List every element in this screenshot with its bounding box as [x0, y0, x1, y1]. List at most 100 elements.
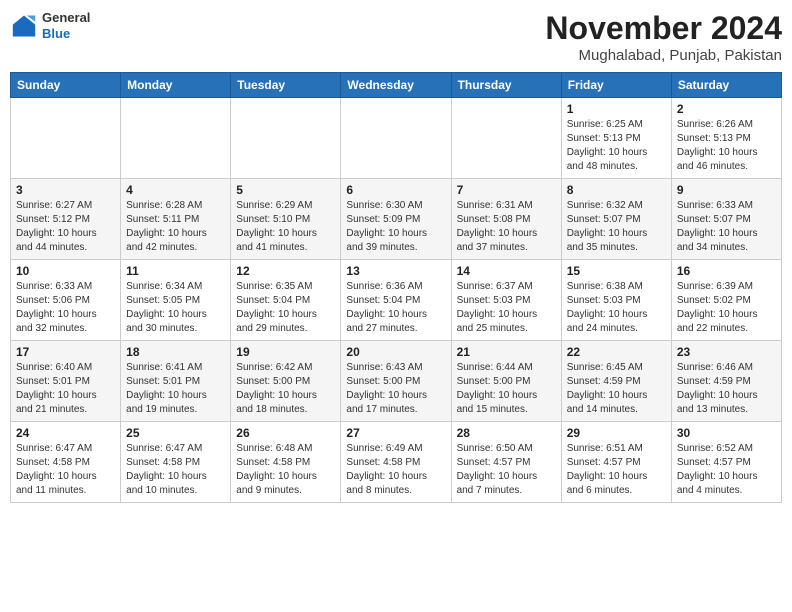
day-info: Sunrise: 6:33 AM Sunset: 5:07 PM Dayligh… — [677, 199, 776, 255]
day-info: Sunrise: 6:27 AM Sunset: 5:12 PM Dayligh… — [16, 199, 115, 255]
calendar-cell: 21Sunrise: 6:44 AM Sunset: 5:00 PM Dayli… — [451, 341, 561, 422]
calendar-cell: 5Sunrise: 6:29 AM Sunset: 5:10 PM Daylig… — [231, 179, 341, 260]
day-number: 4 — [126, 183, 225, 197]
week-row-2: 3 Sunrise: 6:27 AM Sunset: 5:12 PM Daylig… — [11, 179, 782, 260]
day-number: 1 — [567, 102, 666, 116]
day-info: Sunrise: 6:42 AM Sunset: 5:00 PM Dayligh… — [236, 361, 335, 417]
week-row-3: 10 Sunrise: 6:33 AM Sunset: 5:06 PM Dayli… — [11, 260, 782, 341]
calendar-cell: 24Sunrise: 6:47 AM Sunset: 4:58 PM Dayli… — [11, 422, 121, 503]
day-info: Sunrise: 6:34 AM Sunset: 5:05 PM Dayligh… — [126, 280, 225, 336]
calendar-cell: 25 Sunrise: 6:47 AM Sunset: 4:58 PM Dayli… — [121, 422, 231, 503]
logo: General Blue — [10, 10, 90, 41]
logo-text: General Blue — [42, 10, 90, 41]
calendar-cell: 1 Sunrise: 6:25 AM Sunset: 5:13 PM Daylig… — [561, 98, 671, 179]
day-number: 28 — [457, 426, 556, 440]
column-header-thursday: Thursday — [451, 73, 561, 98]
day-number: 20 — [346, 345, 445, 359]
calendar-subtitle: Mughalabad, Punjab, Pakistan — [545, 47, 782, 64]
day-info: Sunrise: 6:40 AM Sunset: 5:01 PM Dayligh… — [16, 361, 115, 417]
calendar-header-row: SundayMondayTuesdayWednesdayThursdayFrid… — [11, 73, 782, 98]
calendar-cell: 26 Sunrise: 6:48 AM Sunset: 4:58 PM Dayli… — [231, 422, 341, 503]
week-row-5: 24 Sunrise: 6:47 AM Sunset: 4:58 PM Dayli… — [11, 422, 782, 503]
day-number: 23 — [677, 345, 776, 359]
day-info: Sunrise: 6:51 AM Sunset: 4:57 PM Dayligh… — [567, 442, 666, 498]
day-number: 10 — [16, 264, 115, 278]
day-number: 25 — [126, 426, 225, 440]
column-header-wednesday: Wednesday — [341, 73, 451, 98]
day-info: Sunrise: 6:45 AM Sunset: 4:59 PM Dayligh… — [567, 361, 666, 417]
calendar-cell — [231, 98, 341, 179]
calendar-cell: 30 Sunrise: 6:52 AM Sunset: 4:57 PM Dayli… — [671, 422, 781, 503]
day-info: Sunrise: 6:47 AM Sunset: 4:58 PM Dayligh… — [126, 442, 225, 498]
day-info: Sunrise: 6:39 AM Sunset: 5:02 PM Dayligh… — [677, 280, 776, 336]
column-header-monday: Monday — [121, 73, 231, 98]
day-info: Sunrise: 6:41 AM Sunset: 5:01 PM Dayligh… — [126, 361, 225, 417]
calendar-cell: 18 Sunrise: 6:41 AM Sunset: 5:01 PM Dayli… — [121, 341, 231, 422]
calendar-cell — [451, 98, 561, 179]
day-info: Sunrise: 6:33 AM Sunset: 5:06 PM Dayligh… — [16, 280, 115, 336]
day-info: Sunrise: 6:37 AM Sunset: 5:03 PM Dayligh… — [457, 280, 556, 336]
day-info: Sunrise: 6:48 AM Sunset: 4:58 PM Dayligh… — [236, 442, 335, 498]
calendar-title: November 2024 — [545, 10, 782, 47]
calendar-cell — [11, 98, 121, 179]
calendar-cell: 22 Sunrise: 6:45 AM Sunset: 4:59 PM Dayli… — [561, 341, 671, 422]
day-number: 9 — [677, 183, 776, 197]
calendar-cell: 6Sunrise: 6:30 AM Sunset: 5:09 PM Daylig… — [341, 179, 451, 260]
day-info: Sunrise: 6:25 AM Sunset: 5:13 PM Dayligh… — [567, 118, 666, 174]
calendar-cell: 16 Sunrise: 6:39 AM Sunset: 5:02 PM Dayli… — [671, 260, 781, 341]
day-number: 2 — [677, 102, 776, 116]
day-number: 6 — [346, 183, 445, 197]
column-header-tuesday: Tuesday — [231, 73, 341, 98]
day-number: 14 — [457, 264, 556, 278]
day-info: Sunrise: 6:32 AM Sunset: 5:07 PM Dayligh… — [567, 199, 666, 255]
day-info: Sunrise: 6:50 AM Sunset: 4:57 PM Dayligh… — [457, 442, 556, 498]
calendar-cell: 20 Sunrise: 6:43 AM Sunset: 5:00 PM Dayli… — [341, 341, 451, 422]
column-header-sunday: Sunday — [11, 73, 121, 98]
day-number: 11 — [126, 264, 225, 278]
day-info: Sunrise: 6:31 AM Sunset: 5:08 PM Dayligh… — [457, 199, 556, 255]
day-number: 22 — [567, 345, 666, 359]
page-header: General Blue November 2024 Mughalabad, P… — [10, 10, 782, 64]
calendar-cell: 14 Sunrise: 6:37 AM Sunset: 5:03 PM Dayli… — [451, 260, 561, 341]
calendar-cell: 12 Sunrise: 6:35 AM Sunset: 5:04 PM Dayli… — [231, 260, 341, 341]
calendar-cell — [121, 98, 231, 179]
logo-icon — [10, 12, 38, 40]
day-info: Sunrise: 6:43 AM Sunset: 5:00 PM Dayligh… — [346, 361, 445, 417]
day-number: 30 — [677, 426, 776, 440]
column-header-friday: Friday — [561, 73, 671, 98]
day-info: Sunrise: 6:36 AM Sunset: 5:04 PM Dayligh… — [346, 280, 445, 336]
calendar-cell: 4Sunrise: 6:28 AM Sunset: 5:11 PM Daylig… — [121, 179, 231, 260]
day-number: 13 — [346, 264, 445, 278]
day-number: 27 — [346, 426, 445, 440]
calendar-cell: 28 Sunrise: 6:50 AM Sunset: 4:57 PM Dayli… — [451, 422, 561, 503]
calendar-cell: 8 Sunrise: 6:32 AM Sunset: 5:07 PM Daylig… — [561, 179, 671, 260]
day-info: Sunrise: 6:46 AM Sunset: 4:59 PM Dayligh… — [677, 361, 776, 417]
day-number: 21 — [457, 345, 556, 359]
day-info: Sunrise: 6:29 AM Sunset: 5:10 PM Dayligh… — [236, 199, 335, 255]
day-number: 26 — [236, 426, 335, 440]
title-block: November 2024 Mughalabad, Punjab, Pakist… — [545, 10, 782, 64]
calendar-cell: 27Sunrise: 6:49 AM Sunset: 4:58 PM Dayli… — [341, 422, 451, 503]
column-header-saturday: Saturday — [671, 73, 781, 98]
calendar-cell: 23 Sunrise: 6:46 AM Sunset: 4:59 PM Dayli… — [671, 341, 781, 422]
day-number: 7 — [457, 183, 556, 197]
day-info: Sunrise: 6:52 AM Sunset: 4:57 PM Dayligh… — [677, 442, 776, 498]
day-number: 15 — [567, 264, 666, 278]
calendar-cell: 7 Sunrise: 6:31 AM Sunset: 5:08 PM Daylig… — [451, 179, 561, 260]
week-row-1: 1 Sunrise: 6:25 AM Sunset: 5:13 PM Daylig… — [11, 98, 782, 179]
day-info: Sunrise: 6:26 AM Sunset: 5:13 PM Dayligh… — [677, 118, 776, 174]
calendar-cell: 19 Sunrise: 6:42 AM Sunset: 5:00 PM Dayli… — [231, 341, 341, 422]
day-number: 3 — [16, 183, 115, 197]
day-info: Sunrise: 6:35 AM Sunset: 5:04 PM Dayligh… — [236, 280, 335, 336]
day-number: 24 — [16, 426, 115, 440]
calendar-cell: 3 Sunrise: 6:27 AM Sunset: 5:12 PM Daylig… — [11, 179, 121, 260]
day-number: 12 — [236, 264, 335, 278]
day-number: 16 — [677, 264, 776, 278]
calendar-cell: 13 Sunrise: 6:36 AM Sunset: 5:04 PM Dayli… — [341, 260, 451, 341]
calendar-table: SundayMondayTuesdayWednesdayThursdayFrid… — [10, 72, 782, 503]
day-number: 8 — [567, 183, 666, 197]
calendar-cell: 17Sunrise: 6:40 AM Sunset: 5:01 PM Dayli… — [11, 341, 121, 422]
day-number: 18 — [126, 345, 225, 359]
day-number: 19 — [236, 345, 335, 359]
calendar-cell: 11 Sunrise: 6:34 AM Sunset: 5:05 PM Dayli… — [121, 260, 231, 341]
